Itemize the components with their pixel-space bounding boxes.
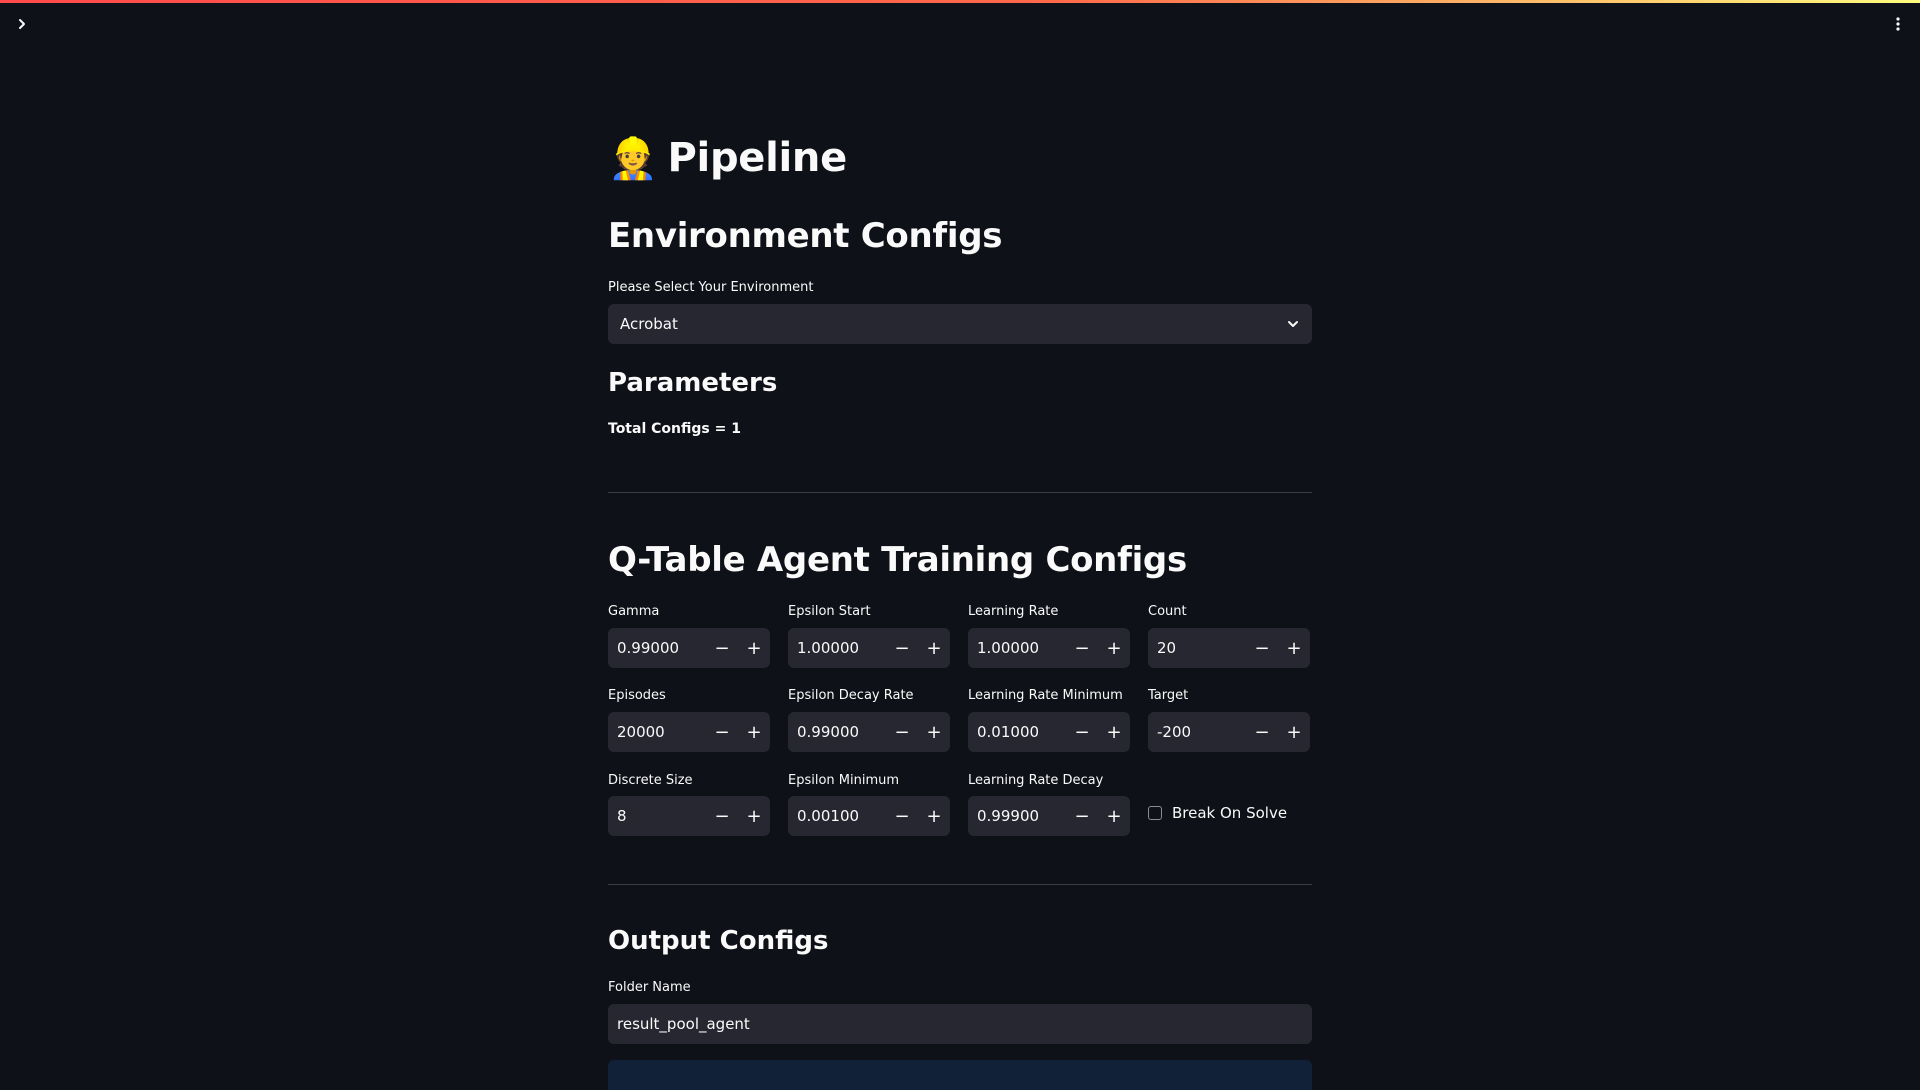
count-increment-button[interactable]: + xyxy=(1278,628,1310,668)
environment-select-label: Please Select Your Environment xyxy=(608,280,814,295)
main-menu-button[interactable] xyxy=(1888,14,1908,34)
learning-rate-decay-value[interactable]: 0.99900 xyxy=(968,807,1066,825)
page-title-text: Pipeline xyxy=(667,135,848,181)
parameters-heading: Parameters xyxy=(608,368,778,398)
divider xyxy=(608,884,1312,885)
folder-name-value: result_pool_agent xyxy=(617,1015,750,1033)
discrete-size-increment-button[interactable]: + xyxy=(738,796,770,836)
epsilon-start-value[interactable]: 1.00000 xyxy=(788,639,886,657)
sidebar-toggle-button[interactable] xyxy=(12,14,32,34)
target-increment-button[interactable]: + xyxy=(1278,712,1310,752)
count-label: Count xyxy=(1148,604,1187,619)
target-decrement-button[interactable]: − xyxy=(1246,712,1278,752)
epsilon-start-label: Epsilon Start xyxy=(788,604,871,619)
epsilon-decay-rate-increment-button[interactable]: + xyxy=(918,712,950,752)
episodes-number-input: 20000 − + xyxy=(608,712,770,752)
break-on-solve-checkbox-row[interactable]: Break On Solve xyxy=(1148,804,1287,822)
learning-rate-decay-number-input: 0.99900 − + xyxy=(968,796,1130,836)
environment-select[interactable]: Acrobat xyxy=(608,304,1312,344)
gamma-value[interactable]: 0.99000 xyxy=(608,639,706,657)
epsilon-minimum-value[interactable]: 0.00100 xyxy=(788,807,886,825)
learning-rate-decay-label: Learning Rate Decay xyxy=(968,773,1104,788)
learning-rate-decay-increment-button[interactable]: + xyxy=(1098,796,1130,836)
episodes-value[interactable]: 20000 xyxy=(608,723,706,741)
target-number-input: -200 − + xyxy=(1148,712,1310,752)
discrete-size-decrement-button[interactable]: − xyxy=(706,796,738,836)
gamma-number-input: 0.99000 − + xyxy=(608,628,770,668)
folder-name-input[interactable]: result_pool_agent xyxy=(608,1004,1312,1044)
break-on-solve-label: Break On Solve xyxy=(1172,804,1288,822)
count-decrement-button[interactable]: − xyxy=(1246,628,1278,668)
epsilon-minimum-increment-button[interactable]: + xyxy=(918,796,950,836)
episodes-decrement-button[interactable]: − xyxy=(706,712,738,752)
epsilon-start-decrement-button[interactable]: − xyxy=(886,628,918,668)
learning-rate-increment-button[interactable]: + xyxy=(1098,628,1130,668)
target-label: Target xyxy=(1148,688,1189,703)
environment-select-value: Acrobat xyxy=(620,315,678,333)
target-value[interactable]: -200 xyxy=(1148,723,1246,741)
divider xyxy=(608,492,1312,493)
epsilon-minimum-decrement-button[interactable]: − xyxy=(886,796,918,836)
count-number-input: 20 − + xyxy=(1148,628,1310,668)
chevron-right-icon xyxy=(19,19,25,29)
learning-rate-minimum-number-input: 0.01000 − + xyxy=(968,712,1130,752)
chevron-down-icon xyxy=(1288,321,1298,327)
submit-button[interactable] xyxy=(608,1060,1312,1090)
construction-worker-emoji: 👷 xyxy=(608,135,658,182)
break-on-solve-checkbox[interactable] xyxy=(1148,806,1162,820)
epsilon-start-number-input: 1.00000 − + xyxy=(788,628,950,668)
epsilon-minimum-label: Epsilon Minimum xyxy=(788,773,900,788)
epsilon-decay-rate-value[interactable]: 0.99000 xyxy=(788,723,886,741)
discrete-size-number-input: 8 − + xyxy=(608,796,770,836)
vertical-dots-icon xyxy=(1896,17,1900,31)
page-title: 👷 Pipeline xyxy=(608,128,847,188)
learning-rate-value[interactable]: 1.00000 xyxy=(968,639,1066,657)
learning-rate-minimum-value[interactable]: 0.01000 xyxy=(968,723,1066,741)
output-heading: Output Configs xyxy=(608,926,829,956)
epsilon-decay-rate-label: Epsilon Decay Rate xyxy=(788,688,914,703)
discrete-size-label: Discrete Size xyxy=(608,773,693,788)
folder-name-label: Folder Name xyxy=(608,980,691,995)
learning-rate-minimum-increment-button[interactable]: + xyxy=(1098,712,1130,752)
learning-rate-decrement-button[interactable]: − xyxy=(1066,628,1098,668)
training-heading: Q-Table Agent Training Configs xyxy=(608,540,1187,580)
count-value[interactable]: 20 xyxy=(1148,639,1246,657)
top-decoration-bar xyxy=(0,0,1920,3)
episodes-increment-button[interactable]: + xyxy=(738,712,770,752)
gamma-label: Gamma xyxy=(608,604,660,619)
epsilon-decay-rate-decrement-button[interactable]: − xyxy=(886,712,918,752)
episodes-label: Episodes xyxy=(608,688,666,703)
epsilon-minimum-number-input: 0.00100 − + xyxy=(788,796,950,836)
learning-rate-minimum-decrement-button[interactable]: − xyxy=(1066,712,1098,752)
gamma-increment-button[interactable]: + xyxy=(738,628,770,668)
epsilon-decay-rate-number-input: 0.99000 − + xyxy=(788,712,950,752)
total-configs-text: Total Configs = 1 xyxy=(608,421,741,437)
learning-rate-minimum-label: Learning Rate Minimum xyxy=(968,688,1123,703)
environment-heading: Environment Configs xyxy=(608,216,1003,256)
gamma-decrement-button[interactable]: − xyxy=(706,628,738,668)
epsilon-start-increment-button[interactable]: + xyxy=(918,628,950,668)
learning-rate-label: Learning Rate xyxy=(968,604,1059,619)
learning-rate-number-input: 1.00000 − + xyxy=(968,628,1130,668)
discrete-size-value[interactable]: 8 xyxy=(608,807,706,825)
learning-rate-decay-decrement-button[interactable]: − xyxy=(1066,796,1098,836)
